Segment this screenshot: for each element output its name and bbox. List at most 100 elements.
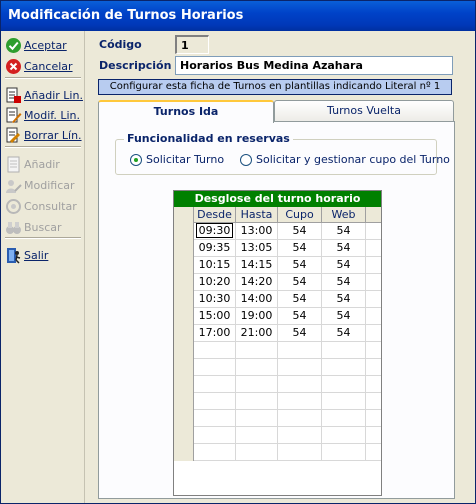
table-cell[interactable]: 09:30 xyxy=(194,223,236,240)
table-cell[interactable] xyxy=(236,359,278,376)
table-cell[interactable]: 19:00 xyxy=(236,308,278,325)
table-cell[interactable]: 54 xyxy=(278,291,322,308)
turnos-grid[interactable]: Desglose del turno horario Desde Hasta C… xyxy=(173,190,382,496)
toolbar-modificar-button[interactable]: Modificar xyxy=(5,175,75,195)
table-row[interactable]: 10:20 14:20 54 54 xyxy=(174,274,381,291)
table-cell[interactable] xyxy=(322,410,366,427)
table-row[interactable]: 09:30 13:00 54 54 xyxy=(174,223,381,240)
row-header[interactable] xyxy=(174,274,194,291)
table-cell[interactable] xyxy=(236,427,278,444)
table-cell[interactable] xyxy=(236,410,278,427)
column-header-desde[interactable]: Desde xyxy=(194,207,236,223)
column-header-hasta[interactable]: Hasta xyxy=(236,207,278,223)
table-cell[interactable]: 54 xyxy=(278,308,322,325)
table-row[interactable] xyxy=(174,393,381,410)
toolbar-anadir-button[interactable]: Añadir xyxy=(5,154,60,174)
table-row[interactable]: 17:00 21:00 54 54 xyxy=(174,325,381,342)
table-row[interactable]: 09:35 13:05 54 54 xyxy=(174,240,381,257)
row-header[interactable] xyxy=(174,291,194,308)
table-cell[interactable]: 17:00 xyxy=(194,325,236,342)
table-row[interactable]: 10:30 14:00 54 54 xyxy=(174,291,381,308)
table-cell[interactable]: 54 xyxy=(278,257,322,274)
table-cell[interactable] xyxy=(194,427,236,444)
row-header[interactable] xyxy=(174,223,194,240)
descripcion-field[interactable]: Horarios Bus Medina Azahara xyxy=(175,56,453,75)
table-row[interactable]: 15:00 19:00 54 54 xyxy=(174,308,381,325)
table-row[interactable] xyxy=(174,359,381,376)
table-cell[interactable] xyxy=(278,444,322,461)
table-cell[interactable] xyxy=(278,359,322,376)
row-header[interactable] xyxy=(174,325,194,342)
table-cell[interactable] xyxy=(278,342,322,359)
table-cell[interactable] xyxy=(322,359,366,376)
table-cell[interactable]: 54 xyxy=(278,325,322,342)
table-cell[interactable]: 14:20 xyxy=(236,274,278,291)
table-row[interactable] xyxy=(174,376,381,393)
column-header-web[interactable]: Web xyxy=(322,207,366,223)
table-cell[interactable]: 54 xyxy=(278,274,322,291)
toolbar-modif-lin-button[interactable]: Modif. Lin. xyxy=(5,105,80,125)
table-cell[interactable]: 54 xyxy=(322,257,366,274)
table-cell[interactable] xyxy=(236,376,278,393)
toolbar-borrar-lin-button[interactable]: Borrar Lín. xyxy=(5,125,82,145)
table-row[interactable] xyxy=(174,342,381,359)
table-cell[interactable] xyxy=(278,427,322,444)
table-cell[interactable]: 54 xyxy=(278,223,322,240)
table-cell[interactable] xyxy=(236,393,278,410)
table-row[interactable]: 10:15 14:15 54 54 xyxy=(174,257,381,274)
table-cell[interactable] xyxy=(322,427,366,444)
toolbar-buscar-button[interactable]: Buscar xyxy=(5,217,62,237)
row-header[interactable] xyxy=(174,359,194,376)
row-header[interactable] xyxy=(174,444,194,461)
codigo-field[interactable]: 1 xyxy=(175,35,209,54)
table-cell[interactable]: 10:30 xyxy=(194,291,236,308)
table-cell[interactable] xyxy=(322,444,366,461)
row-header[interactable] xyxy=(174,410,194,427)
table-cell[interactable]: 15:00 xyxy=(194,308,236,325)
toolbar-salir-button[interactable]: Salir xyxy=(5,245,48,265)
table-row[interactable] xyxy=(174,444,381,461)
radio-solicitar-gestionar-cupo[interactable]: Solicitar y gestionar cupo del Turno xyxy=(240,153,450,166)
toolbar-cancelar-button[interactable]: Cancelar xyxy=(5,56,73,76)
tab-turnos-ida[interactable]: Turnos Ida xyxy=(98,100,274,123)
table-cell[interactable] xyxy=(322,342,366,359)
table-cell[interactable]: 54 xyxy=(322,274,366,291)
row-header[interactable] xyxy=(174,257,194,274)
table-cell[interactable]: 13:05 xyxy=(236,240,278,257)
table-cell[interactable] xyxy=(194,359,236,376)
table-row[interactable] xyxy=(174,410,381,427)
table-cell[interactable] xyxy=(322,376,366,393)
table-cell[interactable]: 14:00 xyxy=(236,291,278,308)
table-cell[interactable]: 54 xyxy=(278,240,322,257)
table-cell[interactable] xyxy=(236,342,278,359)
table-cell[interactable]: 54 xyxy=(322,240,366,257)
toolbar-consultar-button[interactable]: Consultar xyxy=(5,196,77,216)
table-cell[interactable]: 54 xyxy=(322,308,366,325)
table-cell[interactable]: 10:20 xyxy=(194,274,236,291)
row-header[interactable] xyxy=(174,427,194,444)
row-header[interactable] xyxy=(174,240,194,257)
row-header[interactable] xyxy=(174,342,194,359)
table-cell[interactable]: 09:35 xyxy=(194,240,236,257)
table-cell[interactable]: 54 xyxy=(322,291,366,308)
table-cell[interactable]: 54 xyxy=(322,223,366,240)
table-cell[interactable] xyxy=(278,376,322,393)
table-cell[interactable] xyxy=(194,342,236,359)
radio-solicitar-turno[interactable]: Solicitar Turno xyxy=(130,153,224,166)
table-cell[interactable]: 21:00 xyxy=(236,325,278,342)
toolbar-aceptar-button[interactable]: Aceptar xyxy=(5,35,67,55)
table-cell[interactable] xyxy=(194,393,236,410)
column-header-cupo[interactable]: Cupo xyxy=(278,207,322,223)
tab-turnos-vuelta[interactable]: Turnos Vuelta xyxy=(274,100,454,122)
table-cell[interactable]: 14:15 xyxy=(236,257,278,274)
table-cell[interactable] xyxy=(236,444,278,461)
toolbar-anadir-lin-button[interactable]: Añadir Lin. xyxy=(5,85,83,105)
table-cell[interactable]: 54 xyxy=(322,325,366,342)
row-header[interactable] xyxy=(174,393,194,410)
table-cell[interactable]: 10:15 xyxy=(194,257,236,274)
table-cell[interactable] xyxy=(194,410,236,427)
table-cell[interactable] xyxy=(322,393,366,410)
table-cell[interactable] xyxy=(278,410,322,427)
table-cell[interactable] xyxy=(194,376,236,393)
table-cell[interactable] xyxy=(278,393,322,410)
